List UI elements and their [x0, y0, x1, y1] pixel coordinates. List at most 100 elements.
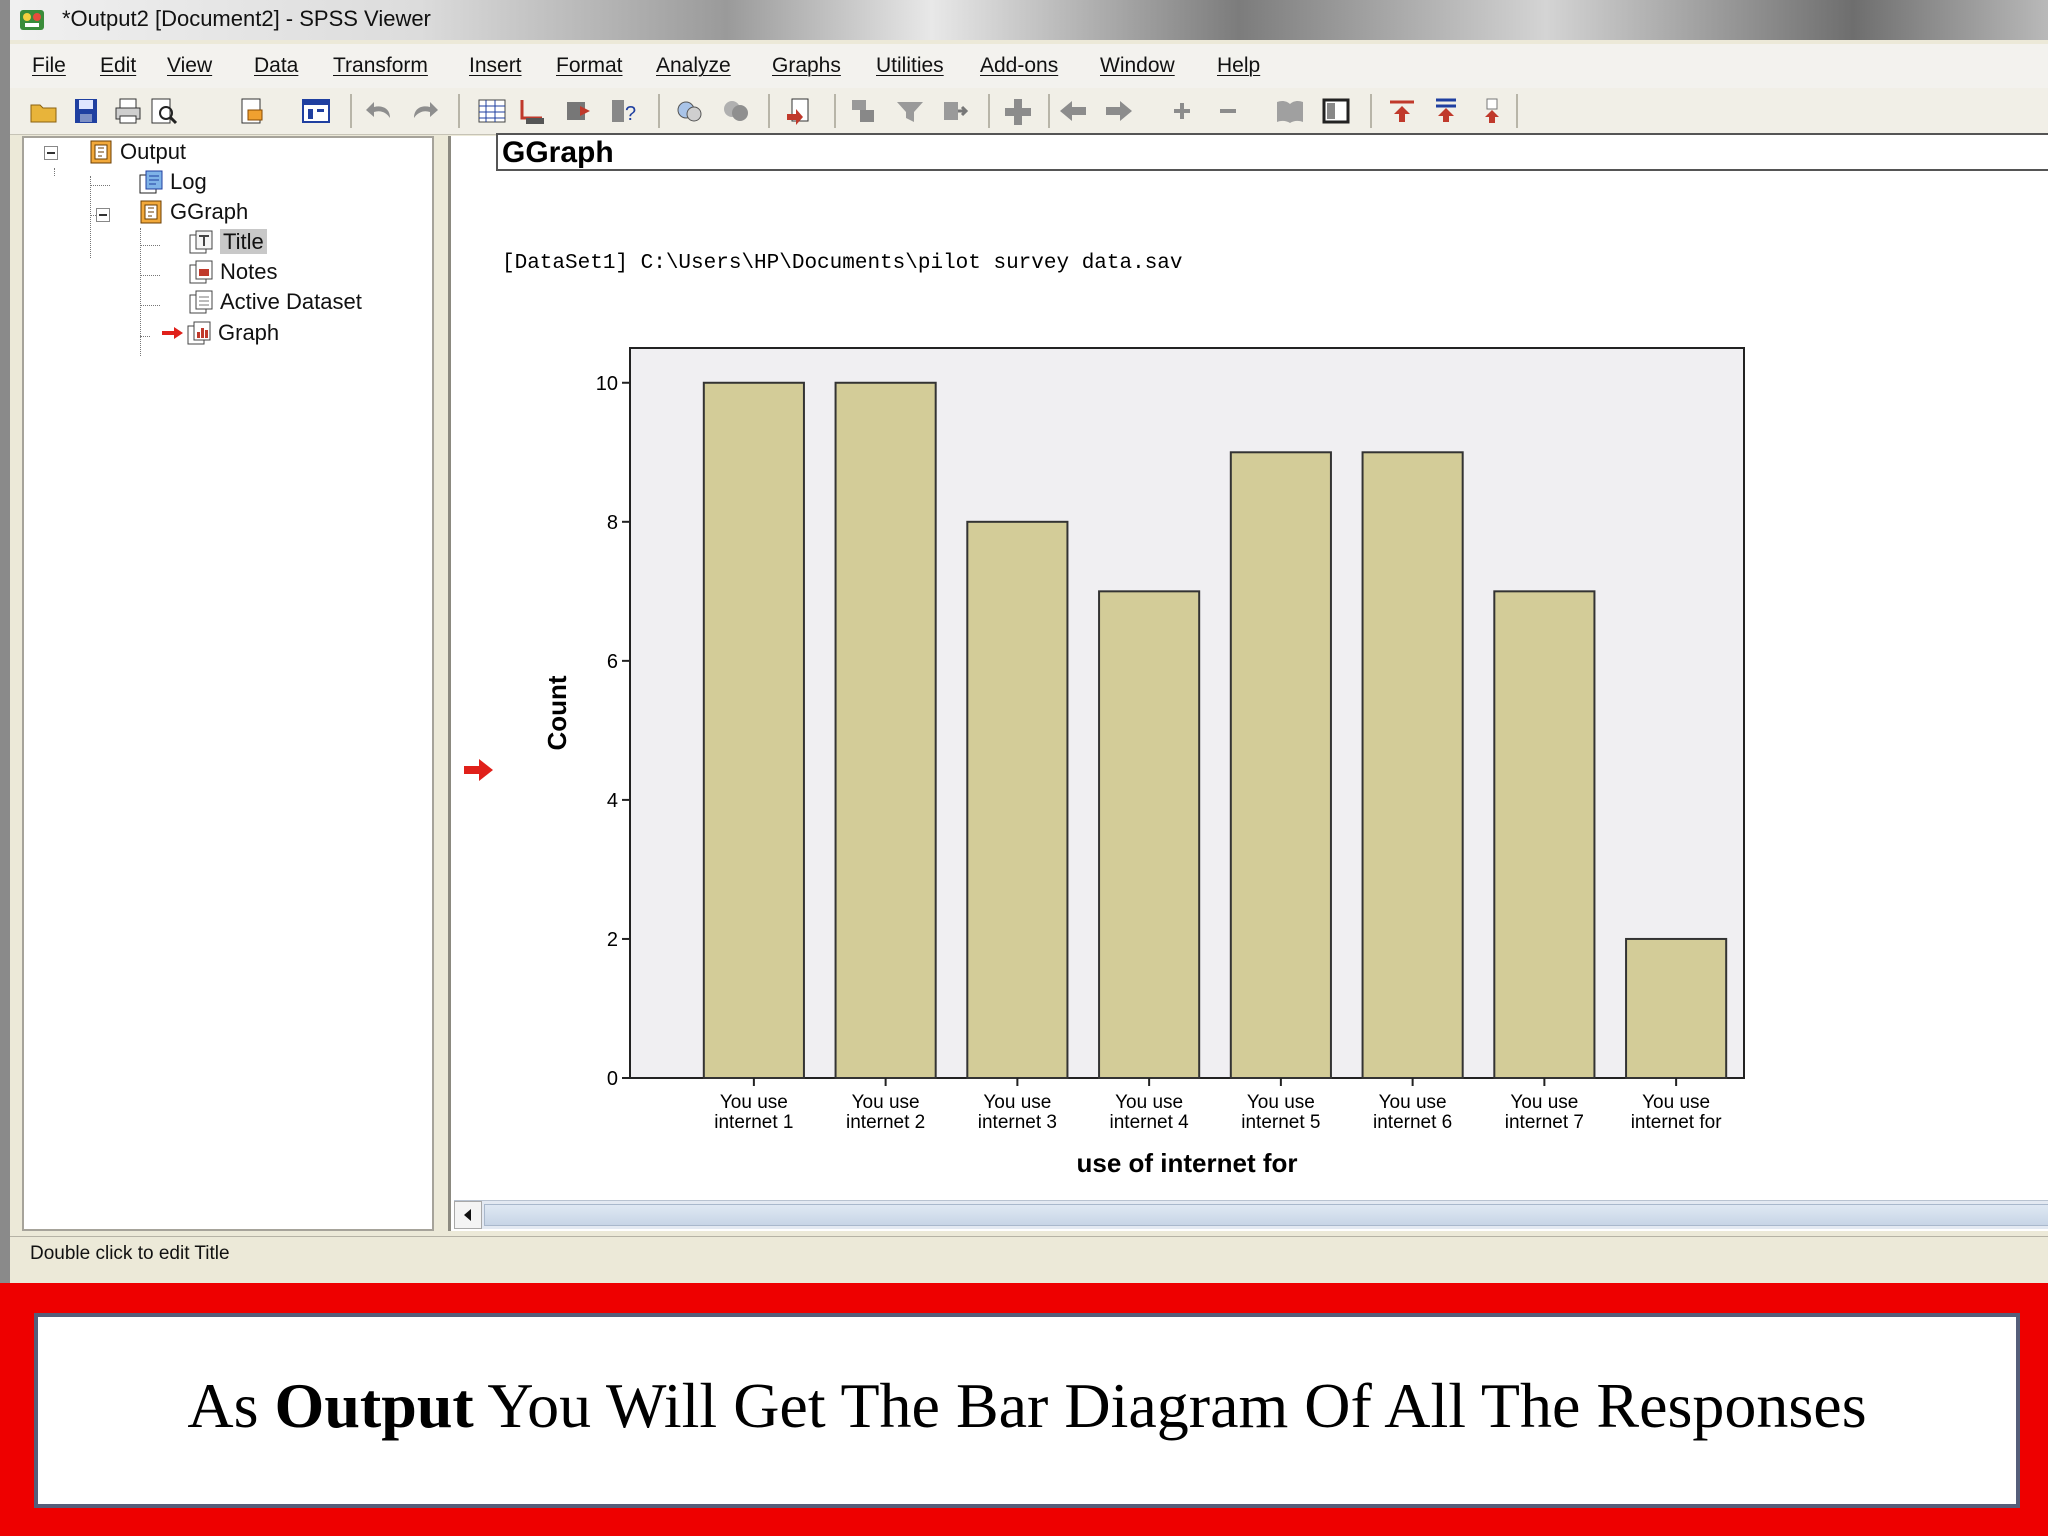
scroll-left-arrow-icon: [464, 1209, 471, 1221]
tree-collapse-ggraph[interactable]: [96, 208, 110, 222]
bar[interactable]: [1625, 937, 1728, 1080]
tree-item-log[interactable]: Log: [138, 168, 207, 196]
pane-splitter[interactable]: [434, 136, 448, 1231]
caption-text: As Output You Will Get The Bar Diagram O…: [38, 1369, 2016, 1443]
select-last-output-icon[interactable]: [1386, 96, 1418, 126]
insert-heading-icon[interactable]: [848, 96, 880, 126]
bar[interactable]: [702, 381, 805, 1080]
bookmark-icon[interactable]: [1430, 96, 1462, 126]
bar[interactable]: [1493, 590, 1596, 1079]
menu-transform[interactable]: Transform: [333, 54, 428, 78]
toolbar-separator: [658, 94, 660, 128]
scroll-left-button[interactable]: [454, 1201, 482, 1229]
toolbar-separator: [988, 94, 990, 128]
redo-icon[interactable]: [408, 96, 440, 126]
graph-chart-icon: [187, 321, 211, 345]
tree-collapse-output[interactable]: [44, 146, 58, 160]
insert-title-icon[interactable]: [894, 96, 926, 126]
insert-output-icon[interactable]: [1002, 96, 1034, 126]
x-tick-label: internet 2: [846, 1112, 925, 1133]
recall-dialog-icon[interactable]: [300, 96, 332, 126]
tree-connector: [90, 185, 110, 186]
tree-connector: [140, 245, 160, 246]
hide-icon[interactable]: [1320, 96, 1352, 126]
show-all-icon[interactable]: [720, 96, 752, 126]
menu-edit[interactable]: Edit: [100, 54, 136, 78]
tree-item-graph[interactable]: Graph: [162, 319, 279, 347]
x-tick-label: You use: [983, 1092, 1051, 1113]
export-icon[interactable]: [236, 96, 268, 126]
bar-chart[interactable]: 0246810 You useinternet 1You useinternet…: [530, 334, 1770, 1194]
title-bar[interactable]: *Output2 [Document2] - SPSS Viewer: [10, 0, 2048, 40]
expand-icon[interactable]: [1166, 96, 1198, 126]
menu-file[interactable]: File: [32, 54, 66, 78]
bar[interactable]: [834, 381, 937, 1080]
x-tick-label: internet 6: [1373, 1112, 1452, 1133]
undo-icon[interactable]: [364, 96, 396, 126]
tree-item-notes[interactable]: Notes: [188, 258, 277, 286]
variables-icon[interactable]: ?: [608, 96, 640, 126]
menu-data[interactable]: Data: [254, 54, 298, 78]
menu-add-ons[interactable]: Add-ons: [980, 54, 1058, 78]
tree-item-output[interactable]: Output: [88, 138, 186, 166]
spss-viewer-window: *Output2 [Document2] - SPSS Viewer File …: [0, 0, 2048, 1283]
tree-connector: [90, 176, 91, 258]
horizontal-scrollbar[interactable]: [454, 1200, 2048, 1229]
x-tick-label: internet 3: [978, 1112, 1057, 1133]
y-tick-label: 6: [607, 651, 618, 673]
x-axis-title: use of internet for: [1076, 1148, 1297, 1178]
menu-help[interactable]: Help: [1217, 54, 1260, 78]
tree-item-title[interactable]: Title: [188, 228, 267, 256]
menu-graphs[interactable]: Graphs: [772, 54, 841, 78]
save-icon[interactable]: [70, 96, 102, 126]
x-tick-label: internet for: [1631, 1112, 1722, 1133]
scrollbar-thumb[interactable]: [484, 1204, 2048, 1226]
x-tick-label: internet 1: [714, 1112, 793, 1133]
show-icon[interactable]: [1274, 96, 1306, 126]
insert-text-icon[interactable]: [940, 96, 972, 126]
tree-item-ggraph[interactable]: GGraph: [138, 198, 248, 226]
menu-insert[interactable]: Insert: [469, 54, 522, 78]
x-tick-label: internet 5: [1241, 1112, 1320, 1133]
bar[interactable]: [1361, 451, 1464, 1080]
print-preview-icon[interactable]: [148, 96, 180, 126]
y-tick-label: 0: [607, 1068, 618, 1090]
dataset-page-icon: [189, 290, 213, 314]
toolbar-separator: [458, 94, 460, 128]
x-tick-label: You use: [1247, 1092, 1315, 1113]
tree-connector: [54, 168, 55, 176]
bar[interactable]: [966, 520, 1069, 1080]
collapse-icon[interactable]: [1212, 96, 1244, 126]
open-icon[interactable]: [28, 96, 60, 126]
menu-view[interactable]: View: [167, 54, 212, 78]
goto-variable-icon[interactable]: [564, 96, 596, 126]
x-tick-label: internet 7: [1505, 1112, 1584, 1133]
x-tick-label: You use: [852, 1092, 920, 1113]
outline-pane[interactable]: Output Log GGraph Title Notes Active Dat…: [22, 136, 434, 1231]
print-icon[interactable]: [112, 96, 144, 126]
goto-case-icon[interactable]: [516, 96, 548, 126]
menu-window[interactable]: Window: [1100, 54, 1175, 78]
demote-icon[interactable]: [1102, 96, 1134, 126]
goto-data-icon[interactable]: [476, 96, 508, 126]
tree-item-active-dataset[interactable]: Active Dataset: [188, 288, 362, 316]
x-tick-label: You use: [1115, 1092, 1183, 1113]
current-output-arrow-icon: [464, 759, 493, 781]
toolbar-separator: [350, 94, 352, 128]
menu-format[interactable]: Format: [556, 54, 623, 78]
toolbar-separator: [1516, 94, 1518, 128]
go-to-bookmark-icon[interactable]: [1476, 96, 1508, 126]
tree-connector: [140, 305, 160, 306]
designate-window-icon[interactable]: [784, 96, 816, 126]
caption-after: You Will Get The Bar Diagram Of All The …: [473, 1370, 1867, 1441]
y-tick-label: 8: [607, 512, 618, 534]
output-heading[interactable]: GGraph: [496, 133, 2048, 171]
y-axis: 0 2 4 6 8 10: [596, 373, 630, 1090]
promote-icon[interactable]: [1058, 96, 1090, 126]
bar[interactable]: [1229, 451, 1332, 1080]
pivot-icon[interactable]: [674, 96, 706, 126]
menu-utilities[interactable]: Utilities: [876, 54, 944, 78]
menu-analyze[interactable]: Analyze: [656, 54, 731, 78]
status-bar: Double click to edit Title: [10, 1236, 2048, 1271]
bar[interactable]: [1098, 590, 1201, 1079]
